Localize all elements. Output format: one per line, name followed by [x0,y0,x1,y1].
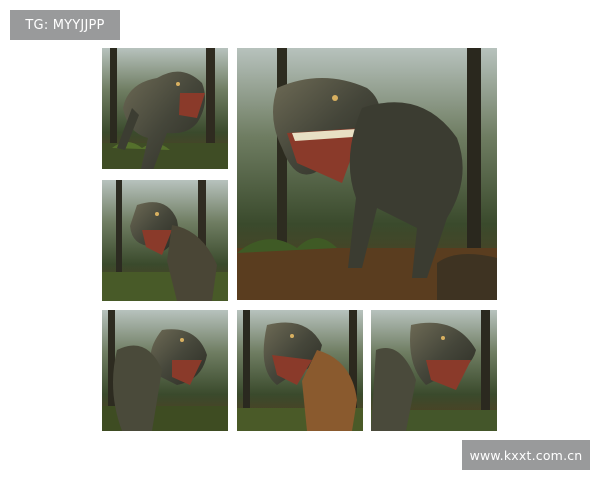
watermark-bottom-right: www.kxxt.com.cn [462,440,590,470]
watermark-top-left: TG: MYYJJPP [10,10,120,40]
photo-trex-large [237,48,497,300]
photo-trex-bottom-right [371,310,497,431]
photo-trex-top-left [102,48,228,169]
photo-trex-bottom-middle [237,310,363,431]
photo-trex-bottom-left [102,310,228,431]
photo-trex-middle-left [102,180,228,301]
